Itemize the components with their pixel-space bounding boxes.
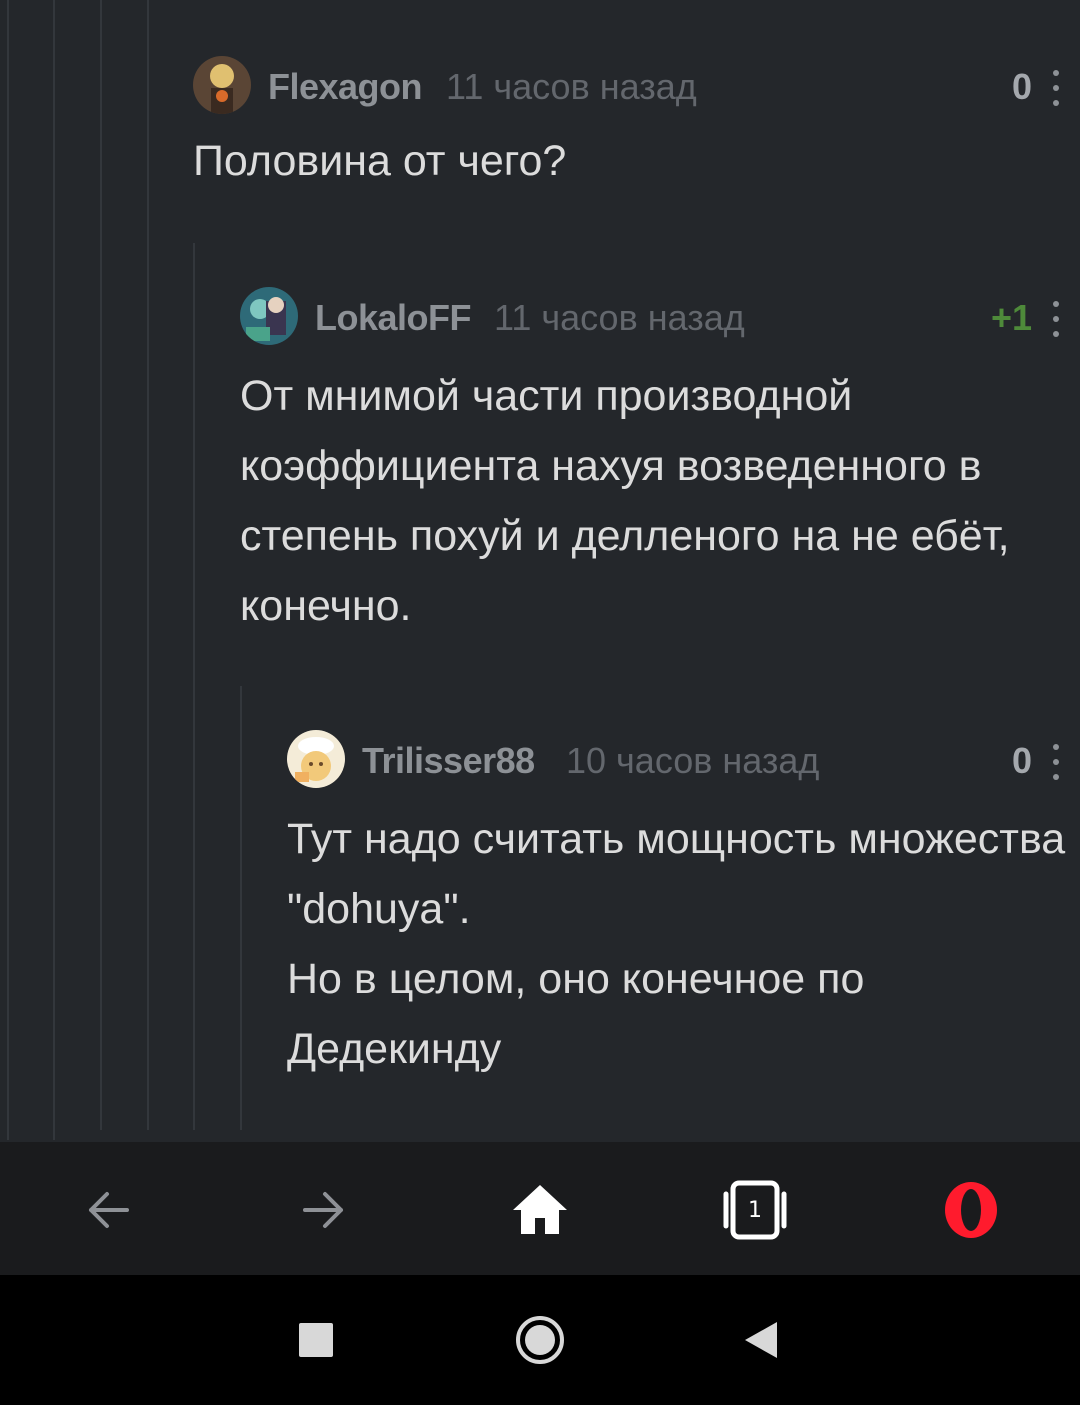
back-triangle-icon[interactable] <box>743 1320 779 1365</box>
comment-text: От мнимой части производной коэффициента… <box>240 372 1010 630</box>
more-options-icon[interactable] <box>1052 70 1060 106</box>
back-arrow-icon[interactable] <box>73 1175 143 1245</box>
comment: LokaloFF 11 часов назад +1 От мнимой час… <box>240 287 1080 641</box>
tab-count: 1 <box>748 1197 762 1223</box>
system-nav-bar <box>0 1275 1080 1405</box>
author-name[interactable]: Trilisser88 <box>362 740 535 782</box>
comment-text-line: Но в целом, оно конечное по Дедекинду <box>287 955 865 1073</box>
comment-rating: 0 <box>1011 740 1032 781</box>
comment: Trilisser88 10 часов назад 0 Тут надо сч… <box>287 730 1080 1084</box>
comment-time: 11 часов назад <box>494 297 745 338</box>
browser-bottom-bar: 1 <box>0 1142 1080 1275</box>
comment-rating: +1 <box>990 297 1032 338</box>
avatar[interactable] <box>240 287 298 345</box>
comment-time: 10 часов назад <box>566 740 820 781</box>
more-options-icon[interactable] <box>1052 301 1060 337</box>
author-name[interactable]: Flexagon <box>268 66 423 108</box>
comment-header: Flexagon 11 часов назад 0 <box>193 56 1080 116</box>
thread-line <box>147 0 149 1130</box>
thread-line <box>100 0 102 1130</box>
opera-logo-icon[interactable] <box>936 1175 1006 1245</box>
comment-header: LokaloFF 11 часов назад +1 <box>240 287 1080 347</box>
tabs-icon[interactable]: 1 <box>720 1175 790 1245</box>
more-options-icon[interactable] <box>1052 744 1060 780</box>
avatar[interactable] <box>193 56 251 114</box>
comment-text: Тут надо считать мощность множества "doh… <box>287 804 1080 1084</box>
avatar[interactable] <box>287 730 345 788</box>
forward-arrow-icon[interactable] <box>289 1175 359 1245</box>
thread-line <box>193 243 195 1130</box>
comment-text: Половина от чего? <box>193 137 567 185</box>
comment-time: 11 часов назад <box>446 66 697 107</box>
recents-square-icon[interactable] <box>299 1323 333 1357</box>
home-icon[interactable] <box>505 1175 575 1245</box>
thread-line <box>7 0 9 1140</box>
thread-line <box>53 0 55 1140</box>
comment-rating: 0 <box>1011 66 1032 107</box>
comment-text-line: Тут надо считать мощность множества "doh… <box>287 815 1066 933</box>
thread-line <box>240 686 242 1130</box>
comment-header: Trilisser88 10 часов назад 0 <box>287 730 1080 790</box>
author-name[interactable]: LokaloFF <box>315 297 472 339</box>
comment: Flexagon 11 часов назад 0 Половина от че… <box>193 56 1080 196</box>
home-circle-icon[interactable] <box>515 1315 565 1370</box>
